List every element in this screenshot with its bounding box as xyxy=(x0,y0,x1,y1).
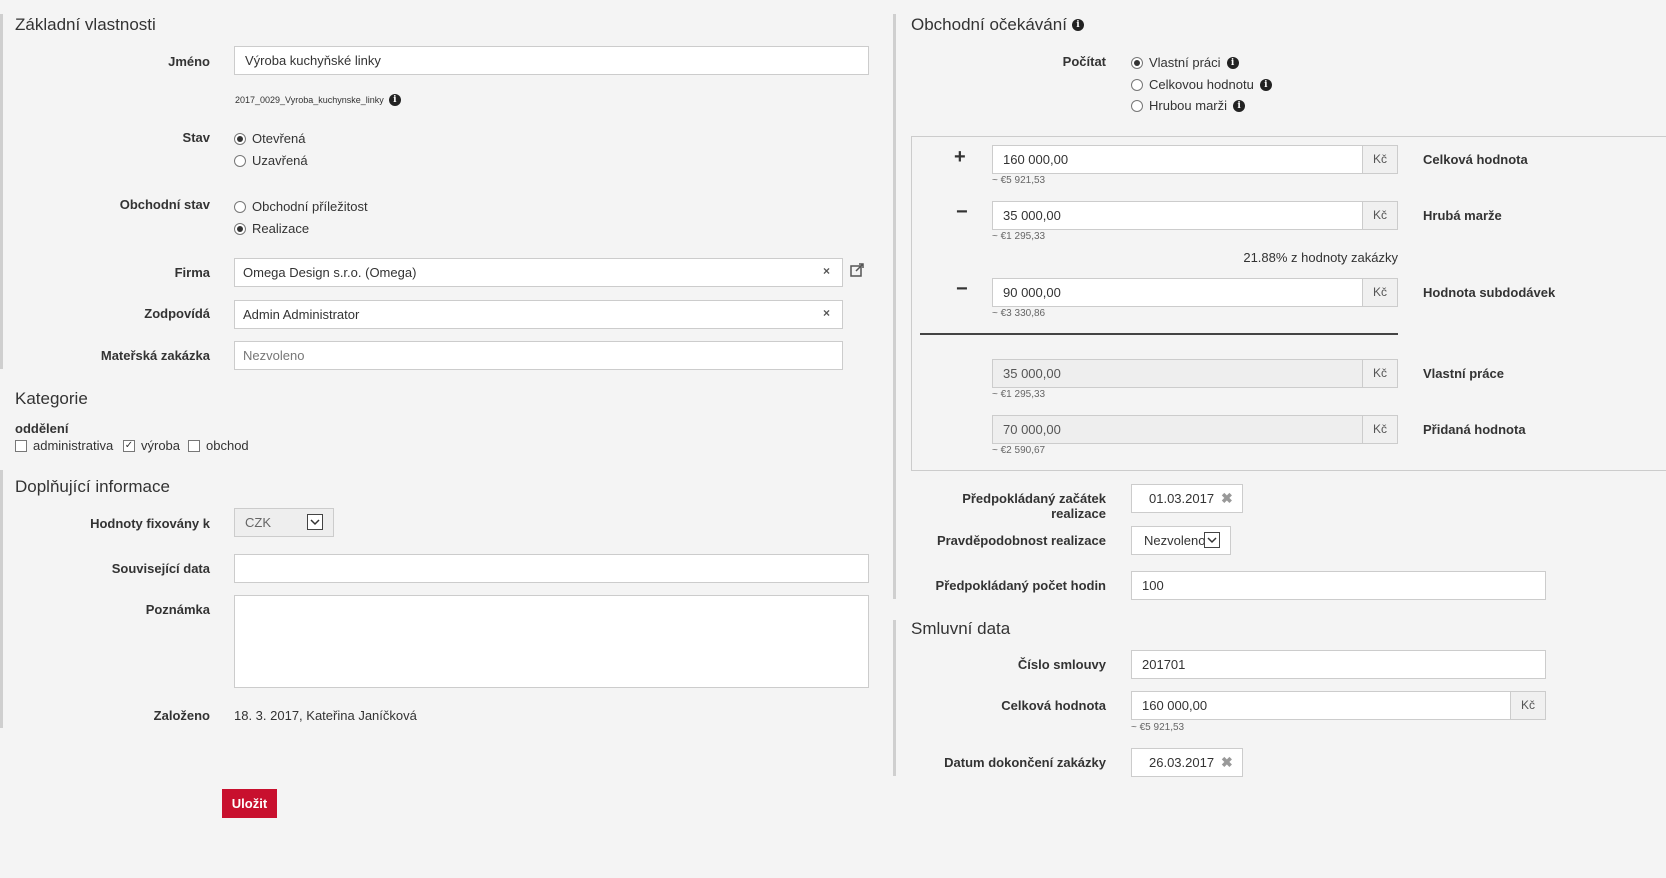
margin-percent: 21.88% z hodnoty zakázky xyxy=(1243,250,1398,265)
column-divider-2 xyxy=(893,620,896,776)
info-icon[interactable]: i xyxy=(1226,56,1239,69)
margin-label: Hrubá marže xyxy=(1423,208,1502,223)
name-label: Jméno xyxy=(168,54,210,69)
sum-divider xyxy=(920,333,1398,335)
count-option-total-value[interactable]: Celkovou hodnotu i xyxy=(1131,77,1272,92)
resp-select[interactable]: Admin Administrator xyxy=(234,300,843,329)
category-vyroba[interactable]: ✓ výroba xyxy=(123,438,180,453)
total-label: Celková hodnota xyxy=(1423,152,1528,167)
currency-addon: Kč xyxy=(1510,691,1546,720)
currency-addon: Kč xyxy=(1362,145,1398,174)
contract-total-input[interactable]: 160 000,00 xyxy=(1131,691,1512,720)
name-input[interactable]: Výroba kuchyňské linky xyxy=(234,46,869,75)
contract-total-eur: ~ €5 921,53 xyxy=(1131,722,1185,733)
subcontract-label: Hodnota subdodávek xyxy=(1423,285,1556,300)
info-icon[interactable]: i xyxy=(1233,99,1246,112)
checkbox-checked-icon[interactable]: ✓ xyxy=(123,439,135,452)
margin-eur: ~ €1 295,33 xyxy=(992,231,1046,242)
save-button[interactable]: Uložit xyxy=(222,789,277,818)
resp-clear-icon[interactable]: × xyxy=(823,306,830,320)
chevron-down-icon[interactable] xyxy=(1204,532,1220,548)
radio-icon[interactable] xyxy=(234,222,246,235)
extra-section-title: Doplňující informace xyxy=(15,477,170,496)
contract-number-input[interactable]: 201701 xyxy=(1131,650,1546,679)
firm-clear-icon[interactable]: × xyxy=(823,264,830,278)
state-option-open[interactable]: Otevřená xyxy=(234,131,305,146)
bstate-option-realization[interactable]: Realizace xyxy=(234,221,309,236)
probability-label: Pravděpodobnost realizace xyxy=(936,533,1106,548)
added-value-eur: ~ €2 590,67 xyxy=(992,445,1046,456)
categories-group-label: oddělení xyxy=(15,421,69,436)
category-obchod[interactable]: obchod xyxy=(188,438,249,453)
bstate-label: Obchodní stav xyxy=(119,197,210,212)
parent-label: Mateřská zakázka xyxy=(100,348,210,363)
created-value: 18. 3. 2017, Kateřina Janíčková xyxy=(234,708,417,723)
subcontract-input[interactable]: 90 000,00 xyxy=(992,278,1363,307)
state-label: Stav xyxy=(182,130,210,145)
currency-addon: Kč xyxy=(1362,359,1398,388)
external-link-icon[interactable] xyxy=(850,263,864,280)
column-divider xyxy=(893,14,896,599)
checkbox-icon[interactable] xyxy=(188,439,200,452)
radio-icon[interactable] xyxy=(234,132,246,145)
count-label: Počítat xyxy=(1062,54,1106,69)
total-value-input[interactable]: 160 000,00 xyxy=(992,145,1363,174)
radio-icon[interactable] xyxy=(234,200,246,213)
related-label: Související data xyxy=(111,561,210,576)
contract-section-title: Smluvní data xyxy=(911,619,1011,638)
own-work-eur: ~ €1 295,33 xyxy=(992,389,1046,400)
resp-label: Zodpovídá xyxy=(144,306,210,321)
code-text: 2017_0029_Vyroba_kuchynske_linky xyxy=(235,95,384,105)
currency-addon: Kč xyxy=(1362,415,1398,444)
plus-icon: + xyxy=(954,146,966,168)
fixed-label: Hodnoty fixovány k xyxy=(90,516,210,531)
count-option-gross-margin[interactable]: Hrubou marži i xyxy=(1131,98,1246,113)
own-work-label: Vlastní práce xyxy=(1423,366,1504,381)
currency-addon: Kč xyxy=(1362,201,1398,230)
added-value-label: Přidaná hodnota xyxy=(1423,422,1526,437)
code-line: 2017_0029_Vyroba_kuchynske_linky i xyxy=(235,94,401,106)
radio-icon[interactable] xyxy=(1131,56,1143,69)
basic-section-title: Základní vlastnosti xyxy=(15,15,156,34)
end-date-label: Datum dokončení zakázky xyxy=(944,755,1106,770)
clear-date-icon[interactable]: ✖ xyxy=(1221,754,1233,771)
count-option-own-work[interactable]: Vlastní práci i xyxy=(1131,55,1239,70)
created-label: Založeno xyxy=(153,708,210,723)
minus-icon: − xyxy=(956,201,968,223)
start-label: Předpokládaný začátek realizace xyxy=(962,491,1106,521)
minus-icon: − xyxy=(956,278,968,300)
expect-section-title: Obchodní očekávání i xyxy=(911,15,1084,35)
radio-icon[interactable] xyxy=(1131,78,1143,91)
info-icon[interactable]: i xyxy=(1071,19,1084,31)
left-section-border xyxy=(0,14,3,369)
note-label: Poznámka xyxy=(145,602,210,617)
note-textarea[interactable] xyxy=(234,595,869,688)
hours-label: Předpokládaný počet hodin xyxy=(935,578,1106,593)
hours-input[interactable]: 100 xyxy=(1131,571,1546,600)
total-eur: ~ €5 921,53 xyxy=(992,175,1046,186)
bstate-option-opportunity[interactable]: Obchodní příležitost xyxy=(234,199,368,214)
subcontract-eur: ~ €3 330,86 xyxy=(992,308,1046,319)
firm-label: Firma xyxy=(174,265,210,280)
contract-total-label: Celková hodnota xyxy=(1001,698,1106,713)
related-input[interactable] xyxy=(234,554,869,583)
checkbox-icon[interactable] xyxy=(15,439,27,452)
radio-icon[interactable] xyxy=(234,154,246,167)
chevron-down-icon[interactable] xyxy=(307,514,323,530)
currency-addon: Kč xyxy=(1362,278,1398,307)
state-option-closed[interactable]: Uzavřená xyxy=(234,153,308,168)
info-icon[interactable]: i xyxy=(1259,78,1272,91)
firm-select[interactable]: Omega Design s.r.o. (Omega) xyxy=(234,258,843,287)
clear-date-icon[interactable]: ✖ xyxy=(1221,490,1233,507)
added-value-output: 70 000,00 xyxy=(992,415,1363,444)
contract-number-label: Číslo smlouvy xyxy=(1017,657,1106,672)
category-administrativa[interactable]: administrativa xyxy=(15,438,113,453)
info-icon[interactable]: i xyxy=(388,94,401,106)
left-section-border-2 xyxy=(0,470,3,728)
radio-icon[interactable] xyxy=(1131,99,1143,112)
own-work-output: 35 000,00 xyxy=(992,359,1363,388)
margin-input[interactable]: 35 000,00 xyxy=(992,201,1363,230)
parent-select[interactable]: Nezvoleno xyxy=(234,341,843,370)
categories-title: Kategorie xyxy=(15,389,88,408)
